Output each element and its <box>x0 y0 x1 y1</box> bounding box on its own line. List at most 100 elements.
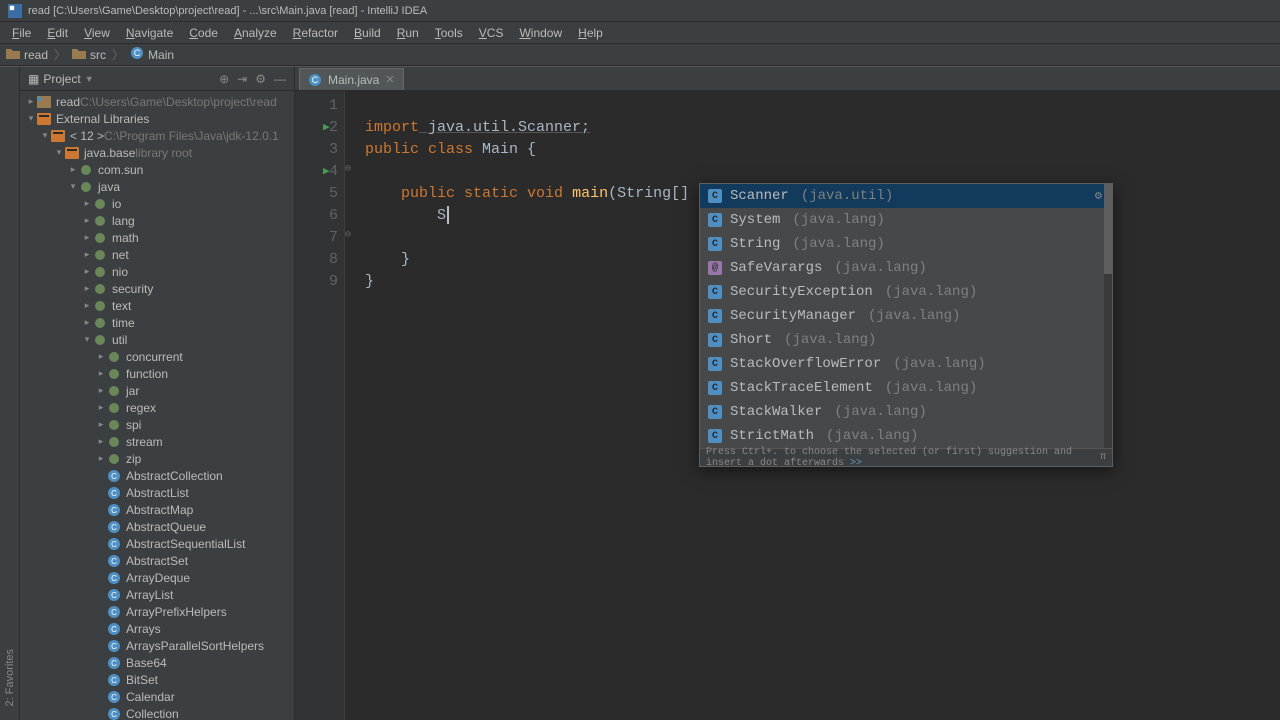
fold-icon[interactable]: ⊖ <box>345 163 351 175</box>
tree-item-arraysparallelsorthelpers[interactable]: CArraysParallelSortHelpers <box>20 637 294 654</box>
tree-item-abstractcollection[interactable]: CAbstractCollection <box>20 467 294 484</box>
tree-item-text[interactable]: ▸text <box>20 297 294 314</box>
chevron-down-icon[interactable]: ▼ <box>85 74 94 84</box>
tree-toggle-icon[interactable]: ▾ <box>68 181 78 192</box>
autocomplete-popup[interactable]: ⚙ CScanner(java.util)CSystem(java.lang)C… <box>699 183 1113 467</box>
breadcrumb-read[interactable]: read <box>6 47 48 62</box>
hint-link[interactable]: >> <box>850 458 862 469</box>
menu-navigate[interactable]: Navigate <box>118 24 181 42</box>
tree-item-java-base[interactable]: ▾java.base library root <box>20 144 294 161</box>
autocomplete-item-stackwalker[interactable]: CStackWalker(java.lang) <box>700 400 1112 424</box>
autocomplete-scrollbar[interactable] <box>1104 184 1112 448</box>
tree-item-com-sun[interactable]: ▸com.sun <box>20 161 294 178</box>
tree-toggle-icon[interactable]: ▸ <box>82 266 92 277</box>
tree-toggle-icon[interactable]: ▸ <box>82 249 92 260</box>
menu-code[interactable]: Code <box>181 24 226 42</box>
autocomplete-item-stacktraceelement[interactable]: CStackTraceElement(java.lang) <box>700 376 1112 400</box>
tree-toggle-icon[interactable]: ▾ <box>40 130 50 141</box>
autocomplete-item-system[interactable]: CSystem(java.lang) <box>700 208 1112 232</box>
autocomplete-item-short[interactable]: CShort(java.lang) <box>700 328 1112 352</box>
tree-toggle-icon[interactable]: ▸ <box>26 96 36 107</box>
tree-toggle-icon[interactable]: ▸ <box>82 300 92 311</box>
tree-toggle-icon[interactable]: ▸ <box>82 317 92 328</box>
tree-item-function[interactable]: ▸function <box>20 365 294 382</box>
sidebar-tab-favorites[interactable]: 2: Favorites <box>2 645 18 710</box>
tree-item-spi[interactable]: ▸spi <box>20 416 294 433</box>
tree-item-base64[interactable]: CBase64 <box>20 654 294 671</box>
tree-item-abstractset[interactable]: CAbstractSet <box>20 552 294 569</box>
tree-item-net[interactable]: ▸net <box>20 246 294 263</box>
menu-build[interactable]: Build <box>346 24 389 42</box>
tree-item-zip[interactable]: ▸zip <box>20 450 294 467</box>
tree-item-time[interactable]: ▸time <box>20 314 294 331</box>
tab-main-java[interactable]: C Main.java ✕ <box>299 68 404 90</box>
tree-toggle-icon[interactable]: ▸ <box>82 283 92 294</box>
tree-toggle-icon[interactable]: ▸ <box>96 402 106 413</box>
tree-toggle-icon[interactable]: ▸ <box>82 215 92 226</box>
tree-toggle-icon[interactable]: ▸ <box>82 232 92 243</box>
tree-item-abstractqueue[interactable]: CAbstractQueue <box>20 518 294 535</box>
project-tree[interactable]: ▸read C:\Users\Game\Desktop\project\read… <box>20 91 294 720</box>
tree-item-read[interactable]: ▸read C:\Users\Game\Desktop\project\read <box>20 93 294 110</box>
breadcrumb-src[interactable]: src <box>72 47 106 62</box>
tree-item-abstractsequentiallist[interactable]: CAbstractSequentialList <box>20 535 294 552</box>
tree-toggle-icon[interactable]: ▸ <box>82 198 92 209</box>
tree-toggle-icon[interactable]: ▸ <box>96 419 106 430</box>
tree-toggle-icon[interactable]: ▾ <box>54 147 64 158</box>
tree-toggle-icon[interactable]: ▸ <box>96 436 106 447</box>
tree-item-nio[interactable]: ▸nio <box>20 263 294 280</box>
run-gutter-icon[interactable]: ▶ <box>323 161 330 183</box>
tree-toggle-icon[interactable]: ▸ <box>68 164 78 175</box>
menu-tools[interactable]: Tools <box>427 24 471 42</box>
tree-item-arrays[interactable]: CArrays <box>20 620 294 637</box>
tree-toggle-icon[interactable]: ▸ <box>96 385 106 396</box>
tree-toggle-icon[interactable]: ▾ <box>82 334 92 345</box>
tree-item-concurrent[interactable]: ▸concurrent <box>20 348 294 365</box>
tree-item-external-libraries[interactable]: ▾External Libraries <box>20 110 294 127</box>
menu-view[interactable]: View <box>76 24 118 42</box>
locate-icon[interactable]: ⊕ <box>219 72 229 86</box>
menu-refactor[interactable]: Refactor <box>285 24 346 42</box>
fold-icon[interactable]: ⊖ <box>345 229 351 241</box>
scrollbar-thumb[interactable] <box>1104 184 1112 274</box>
run-gutter-icon[interactable]: ▶ <box>323 117 330 139</box>
menu-run[interactable]: Run <box>389 24 427 42</box>
tree-item-stream[interactable]: ▸stream <box>20 433 294 450</box>
gear-icon[interactable]: ⚙ <box>255 72 266 86</box>
autocomplete-item-securitymanager[interactable]: CSecurityManager(java.lang) <box>700 304 1112 328</box>
menu-vcs[interactable]: VCS <box>471 24 512 42</box>
tree-item-regex[interactable]: ▸regex <box>20 399 294 416</box>
tree-toggle-icon[interactable]: ▸ <box>96 368 106 379</box>
tree-item-jar[interactable]: ▸jar <box>20 382 294 399</box>
menu-analyze[interactable]: Analyze <box>226 24 285 42</box>
tree-item-arraylist[interactable]: CArrayList <box>20 586 294 603</box>
tree-item-math[interactable]: ▸math <box>20 229 294 246</box>
collapse-icon[interactable]: ⇥ <box>237 72 247 86</box>
tree-item-security[interactable]: ▸security <box>20 280 294 297</box>
tree-item-arraydeque[interactable]: CArrayDeque <box>20 569 294 586</box>
menu-help[interactable]: Help <box>570 24 611 42</box>
tree-item-arrayprefixhelpers[interactable]: CArrayPrefixHelpers <box>20 603 294 620</box>
autocomplete-item-securityexception[interactable]: CSecurityException(java.lang) <box>700 280 1112 304</box>
tree-item-bitset[interactable]: CBitSet <box>20 671 294 688</box>
tree-item-abstractlist[interactable]: CAbstractList <box>20 484 294 501</box>
tree-item-abstractmap[interactable]: CAbstractMap <box>20 501 294 518</box>
tree-item--12-[interactable]: ▾< 12 > C:\Program Files\Java\jdk-12.0.1 <box>20 127 294 144</box>
hide-icon[interactable]: — <box>274 72 286 86</box>
gear-icon[interactable]: ⚙ <box>1095 188 1102 203</box>
menu-edit[interactable]: Edit <box>39 24 76 42</box>
tree-item-util[interactable]: ▾util <box>20 331 294 348</box>
tree-item-io[interactable]: ▸io <box>20 195 294 212</box>
autocomplete-item-string[interactable]: CString(java.lang) <box>700 232 1112 256</box>
autocomplete-item-strictmath[interactable]: CStrictMath(java.lang) <box>700 424 1112 448</box>
autocomplete-item-stackoverflowerror[interactable]: CStackOverflowError(java.lang) <box>700 352 1112 376</box>
tree-toggle-icon[interactable]: ▾ <box>26 113 36 124</box>
autocomplete-item-safevarargs[interactable]: @SafeVarargs(java.lang) <box>700 256 1112 280</box>
panel-title[interactable]: Project <box>43 72 80 86</box>
pi-icon[interactable]: π <box>1100 452 1106 463</box>
tree-item-collection[interactable]: CCollection <box>20 705 294 720</box>
tree-toggle-icon[interactable]: ▸ <box>96 453 106 464</box>
breadcrumb-main[interactable]: CMain <box>130 46 174 63</box>
menu-file[interactable]: File <box>4 24 39 42</box>
tree-item-java[interactable]: ▾java <box>20 178 294 195</box>
